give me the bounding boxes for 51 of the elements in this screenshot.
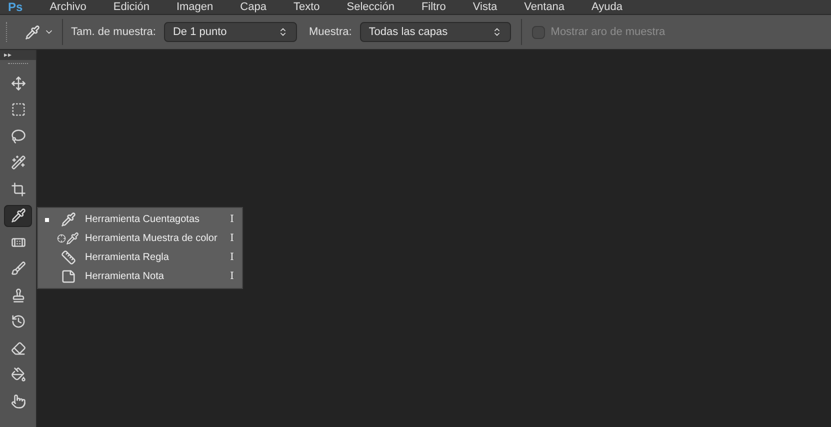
eyedropper-icon bbox=[25, 24, 40, 40]
note-icon bbox=[60, 269, 76, 284]
shortcut-key: I bbox=[230, 231, 234, 246]
menu-item[interactable]: Capa bbox=[240, 2, 266, 12]
grip-icon bbox=[6, 22, 9, 42]
menu-item[interactable]: Ayuda bbox=[592, 2, 623, 12]
color-sampler-icon bbox=[57, 232, 79, 245]
stamp-icon bbox=[10, 288, 26, 303]
eyedropper-icon bbox=[10, 208, 26, 224]
menu-item[interactable]: Filtro bbox=[421, 2, 446, 12]
flyout-label: Herramienta Cuentagotas bbox=[85, 213, 201, 227]
menu-item[interactable]: Texto bbox=[293, 2, 320, 12]
shortcut-key: I bbox=[230, 250, 234, 265]
eyedropper-icon bbox=[60, 212, 76, 227]
menu-item[interactable]: Imagen bbox=[176, 2, 214, 12]
tool-preset-picker[interactable] bbox=[25, 19, 63, 45]
history-brush-icon bbox=[10, 314, 26, 330]
lasso-icon bbox=[10, 128, 26, 144]
magic-wand-icon bbox=[10, 155, 26, 170]
menu-item[interactable]: Archivo bbox=[50, 2, 86, 12]
flyout-item[interactable]: Herramienta Regla I bbox=[38, 248, 242, 267]
move-icon bbox=[10, 76, 26, 91]
flyout-item[interactable]: Herramienta Cuentagotas I bbox=[38, 210, 242, 229]
flyout-label: Herramienta Muestra de color bbox=[85, 232, 218, 246]
menu-item[interactable]: Selección bbox=[346, 2, 394, 12]
tool-button[interactable] bbox=[4, 204, 32, 227]
flyout-label: Herramienta Regla bbox=[85, 251, 170, 265]
checkbox-label: Mostrar aro de muestra bbox=[550, 24, 666, 40]
flyout-item[interactable]: Herramienta Nota I bbox=[38, 267, 242, 286]
sample-label: Muestra: bbox=[308, 24, 352, 40]
crop-icon bbox=[10, 182, 26, 197]
menu-item[interactable]: Edición bbox=[113, 2, 150, 12]
stepper-icon bbox=[492, 27, 502, 37]
app-logo: Ps bbox=[8, 1, 23, 13]
grip-icon bbox=[8, 63, 28, 66]
menu-item[interactable]: Vista bbox=[472, 2, 498, 12]
shortcut-key: I bbox=[230, 269, 234, 284]
finger-icon bbox=[10, 394, 26, 409]
eraser-icon bbox=[10, 340, 26, 356]
flyout-item[interactable]: Herramienta Muestra de color I bbox=[38, 229, 242, 248]
sample-size-label: Tam. de muestra: bbox=[71, 24, 156, 40]
ruler-icon bbox=[60, 250, 76, 265]
paint-bucket-icon bbox=[10, 367, 26, 382]
marquee-icon bbox=[10, 102, 26, 118]
stepper-icon bbox=[278, 27, 288, 37]
sample-dropdown[interactable]: Todas las capas bbox=[360, 22, 511, 42]
brush-icon bbox=[10, 261, 26, 276]
sample-size-dropdown[interactable]: De 1 punto bbox=[164, 22, 297, 42]
menu-item[interactable]: Ventana bbox=[524, 2, 565, 12]
shortcut-key: I bbox=[230, 212, 234, 227]
flyout-label: Herramienta Nota bbox=[85, 270, 165, 284]
